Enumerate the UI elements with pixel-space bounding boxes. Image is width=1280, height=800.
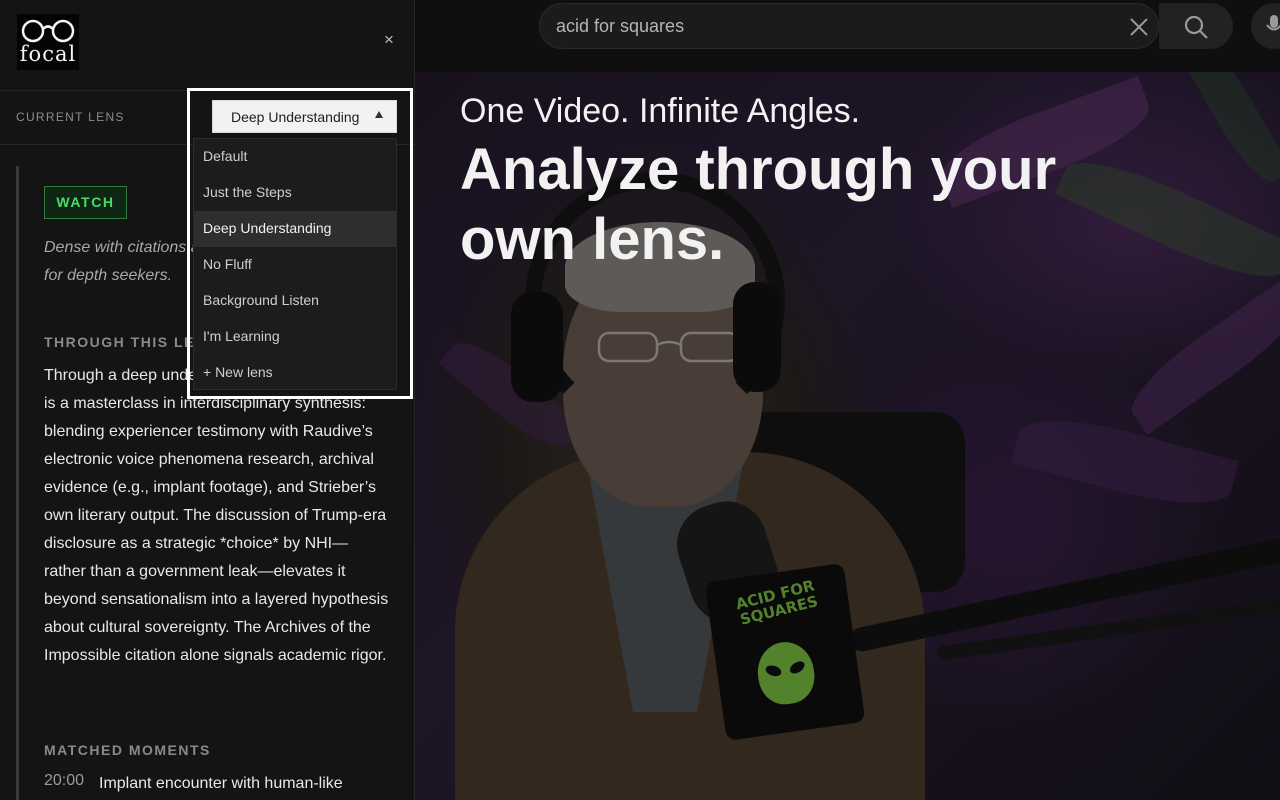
moment-timestamp[interactable]: 20:00 — [44, 772, 84, 790]
new-lens-option[interactable]: + New lens — [194, 355, 396, 391]
sidebar-header: focal × — [0, 0, 414, 91]
current-lens-label: CURRENT LENS — [16, 110, 125, 124]
mic-icon — [1266, 15, 1280, 31]
lens-option-no-fluff[interactable]: No Fluff — [194, 247, 396, 283]
verdict-badge: WATCH — [44, 186, 127, 219]
close-sidebar-button[interactable]: × — [380, 30, 398, 52]
lens-select[interactable]: Deep Understanding — [212, 100, 397, 133]
lens-option-deep-understanding[interactable]: Deep Understanding — [194, 211, 396, 247]
lens-option-im-learning[interactable]: I'm Learning — [194, 319, 396, 355]
search-button[interactable] — [1159, 3, 1233, 49]
glasses-logo-icon — [21, 19, 75, 43]
focal-logo[interactable]: focal — [17, 14, 79, 70]
caret-up-icon — [375, 111, 383, 118]
hero-subtitle: One Video. Infinite Angles. — [460, 92, 861, 130]
top-bar — [415, 0, 1280, 72]
hero-title: Analyze through your own lens. — [460, 137, 1057, 272]
lens-option-default[interactable]: Default — [194, 139, 396, 175]
lens-options-menu: Default Just the Steps Deep Understandin… — [193, 138, 397, 390]
lens-option-background-listen[interactable]: Background Listen — [194, 283, 396, 319]
moment-description[interactable]: Implant encounter with human-like figure… — [99, 772, 389, 800]
lens-select-value: Deep Understanding — [231, 109, 360, 125]
lens-option-just-the-steps[interactable]: Just the Steps — [194, 175, 396, 211]
logo-text: focal — [19, 42, 77, 66]
voice-search-button[interactable] — [1251, 3, 1280, 49]
close-icon[interactable] — [1128, 16, 1150, 38]
search-box[interactable] — [539, 3, 1159, 49]
matched-moments-heading: MATCHED MOMENTS — [44, 742, 211, 758]
search-icon — [1184, 15, 1208, 39]
search-input[interactable] — [556, 4, 1116, 48]
through-lens-text: Through a deep understanding lens, this … — [44, 367, 389, 664]
